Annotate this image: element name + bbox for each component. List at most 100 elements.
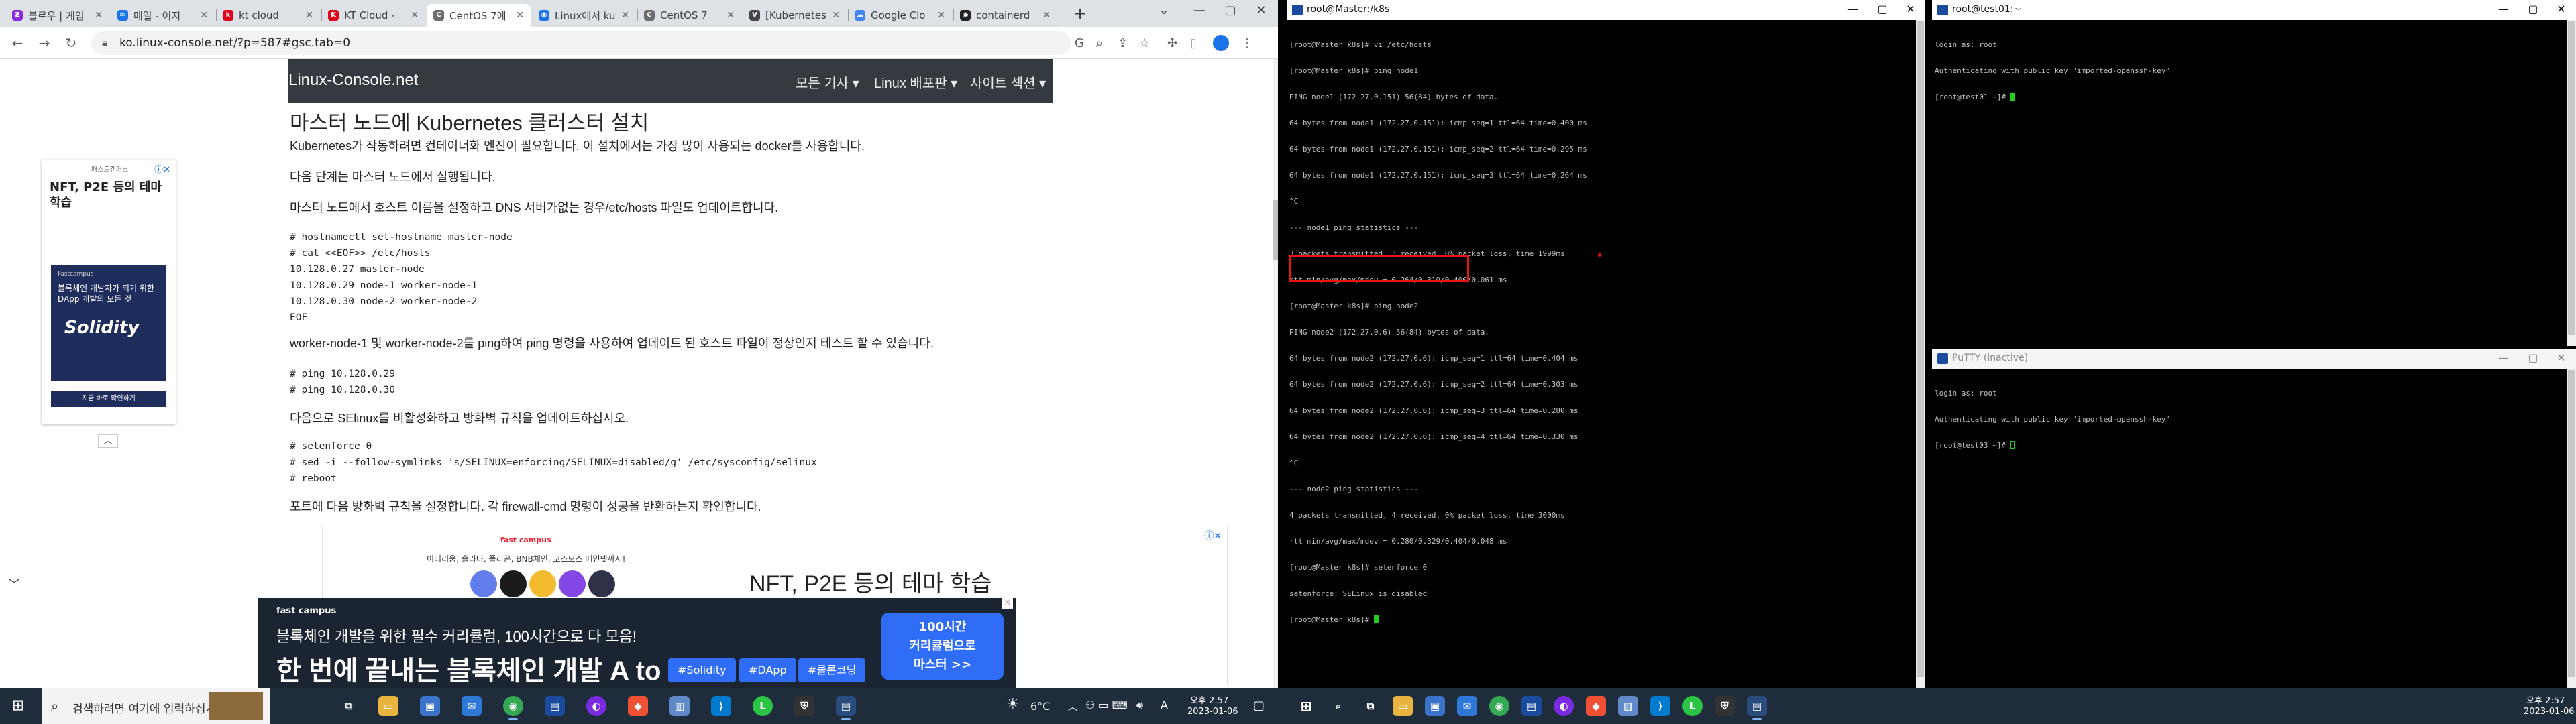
weather-icon[interactable]: ☀ xyxy=(1006,696,1020,713)
browser-tab[interactable]: C CentOS 7에 ✕ xyxy=(427,4,531,27)
browser-tab[interactable]: ✉ 메일 - 이지 ✕ xyxy=(111,4,215,27)
tab-close-icon[interactable]: ✕ xyxy=(305,10,313,21)
tab-close-icon[interactable]: ✕ xyxy=(200,10,208,21)
minimize-button[interactable]: — xyxy=(2490,351,2517,364)
close-button[interactable]: ✕ xyxy=(1246,0,1277,21)
menu-linux-distros[interactable]: Linux 배포판 ▾ xyxy=(874,72,957,92)
browser-tab[interactable]: Ƶ 블로우 | 게임 ✕ xyxy=(5,4,109,27)
terminal-output[interactable]: [root@Master k8s]# vi /etc/hosts [root@M… xyxy=(1289,23,1915,688)
tab-close-icon[interactable]: ✕ xyxy=(95,10,103,21)
bottom-ad-cta[interactable]: 100시간 커리큘럼으로 마스터 >> xyxy=(881,613,1004,680)
github-icon[interactable]: ◐ xyxy=(1554,696,1574,716)
profile-avatar[interactable] xyxy=(1213,35,1229,51)
terminal-test03-window[interactable]: PuTTY (inactive) — ▢ ✕ login as: root Au… xyxy=(1932,349,2576,688)
maximize-button[interactable]: ▢ xyxy=(2520,3,2546,15)
vscode-icon[interactable]: ⟩ xyxy=(1650,696,1670,716)
tab-close-icon[interactable]: ✕ xyxy=(832,10,840,21)
bottom-ad-tag[interactable]: #DApp xyxy=(739,658,796,682)
terminal-prompt-line[interactable]: [root@test03 ~]# xyxy=(1935,441,2565,450)
minimize-button[interactable]: — xyxy=(1184,0,1215,21)
menu-all-articles[interactable]: 모든 기사 ▾ xyxy=(796,72,859,92)
minimize-button[interactable]: — xyxy=(1839,3,1866,15)
putty-session-icon[interactable]: ▤ xyxy=(1747,696,1767,720)
notification-icon[interactable]: ▢ xyxy=(1253,699,1265,713)
browser-tab[interactable]: k kt cloud ✕ xyxy=(216,4,320,27)
side-advertisement[interactable]: 패스트캠퍼스 ⓘ✕ NFT, P2E 등의 테마 학습 Fastcampus 블… xyxy=(42,160,176,424)
tab-search-button[interactable]: ⌄ xyxy=(1148,0,1179,21)
terminal-titlebar[interactable]: root@test01:~ — ▢ ✕ xyxy=(1932,0,2576,20)
chevron-down-icon[interactable]: ﹀ xyxy=(8,575,20,593)
tab-close-icon[interactable]: ✕ xyxy=(516,10,524,21)
terminal-prompt-line[interactable]: [root@Master k8s]# xyxy=(1289,615,1915,624)
ad-close-icon[interactable]: ⓘ✕ xyxy=(154,162,170,175)
minimize-button[interactable]: — xyxy=(2490,3,2517,15)
git-icon[interactable]: ◆ xyxy=(628,696,648,716)
weather-temp[interactable]: 6°C xyxy=(1030,700,1050,713)
scrollbar-thumb[interactable] xyxy=(2568,370,2575,677)
browser-tab[interactable]: ◉ containerd ✕ xyxy=(953,4,1057,27)
github-icon[interactable]: ◐ xyxy=(586,696,606,716)
security-icon[interactable]: ⛨ xyxy=(794,696,814,716)
terminal-scrollbar[interactable] xyxy=(2567,369,2576,688)
terminal-test01-window[interactable]: root@test01:~ — ▢ ✕ login as: root Authe… xyxy=(1932,0,2576,346)
terminal-scrollbar[interactable] xyxy=(1916,20,1925,688)
site-brand[interactable]: Linux-Console.net xyxy=(288,71,418,90)
ad-cta-button[interactable]: 지금 바로 확인하기 xyxy=(51,391,166,407)
banner-ad-headline[interactable]: NFT, P2E 등의 테마 학습 xyxy=(749,565,992,598)
close-button[interactable]: ✕ xyxy=(1897,3,1924,15)
tab-close-icon[interactable]: ✕ xyxy=(937,10,945,21)
chrome-icon[interactable]: ◉ xyxy=(1489,696,1509,716)
mail-icon[interactable]: ✉ xyxy=(462,696,482,716)
line-messenger-icon[interactable]: L xyxy=(1682,696,1703,716)
putty-session-icon[interactable]: ▤ xyxy=(836,696,856,720)
new-tab-button[interactable]: + xyxy=(1073,4,1087,23)
file-explorer-icon[interactable]: ▭ xyxy=(1393,696,1413,716)
url-text[interactable]: ko.linux-console.net/?p=587#gsc.tab=0 xyxy=(119,36,350,50)
menu-site-sections[interactable]: 사이트 섹션 ▾ xyxy=(970,72,1046,92)
tray-chevron-icon[interactable]: ︿ xyxy=(1068,700,1077,713)
terminal-scrollbar[interactable] xyxy=(2567,20,2576,346)
bookmark-star-icon[interactable]: ☆ xyxy=(1139,36,1150,50)
scrollbar-thumb[interactable] xyxy=(2568,21,2575,335)
terminal-titlebar[interactable]: root@Master:/k8s — ▢ ✕ xyxy=(1287,0,1925,20)
close-button[interactable]: ✕ xyxy=(2548,351,2575,364)
terminal-master-window[interactable]: root@Master:/k8s — ▢ ✕ [root@Master k8s]… xyxy=(1287,0,1925,688)
putty-icon[interactable]: ▤ xyxy=(545,696,565,716)
bottom-anchor-ad[interactable]: fast campus 블록체인 개발을 위한 필수 커리큘럼, 100시간으로… xyxy=(258,598,1016,688)
bottom-ad-tag[interactable]: #클론코딩 xyxy=(798,658,866,682)
volume-icon[interactable]: 🔊︎ xyxy=(1136,699,1143,712)
ad-image[interactable]: Fastcampus 블록체인 개발자가 되기 위한 DApp 개발의 모든 것… xyxy=(51,265,166,381)
maximize-button[interactable]: ▢ xyxy=(1215,0,1246,21)
page-scrollbar[interactable] xyxy=(1273,59,1278,688)
ad-title[interactable]: NFT, P2E 등의 테마 학습 xyxy=(50,180,164,210)
clock-time[interactable]: 오후 2:57 xyxy=(2526,693,2565,706)
tray-app-icons[interactable]: ⚇ ▭ ⌨ xyxy=(1085,699,1128,711)
file-explorer-icon[interactable]: ▭ xyxy=(378,696,398,716)
tab-close-icon[interactable]: ✕ xyxy=(621,10,629,21)
ime-indicator[interactable]: A xyxy=(1161,699,1168,711)
tab-close-icon[interactable]: ✕ xyxy=(727,10,735,21)
clock-date[interactable]: 2023-01-06 xyxy=(2524,707,2575,717)
line-messenger-icon[interactable]: L xyxy=(753,696,773,716)
windows-start-icon[interactable]: ⊞ xyxy=(8,696,28,716)
terminal-titlebar[interactable]: PuTTY (inactive) — ▢ ✕ xyxy=(1932,349,2576,369)
browser-tab[interactable]: K KT Cloud - ✕ xyxy=(321,4,425,27)
bottom-ad-tag[interactable]: #Solidity xyxy=(668,658,736,682)
task-view-icon[interactable]: ⧉ xyxy=(339,696,359,716)
maximize-button[interactable]: ▢ xyxy=(1869,3,1896,15)
windows-start-icon[interactable]: ⊞ xyxy=(1296,696,1316,716)
vscode-icon[interactable]: ⟩ xyxy=(711,696,731,716)
scrollbar-thumb[interactable] xyxy=(1273,200,1278,260)
google-lens-icon[interactable]: G xyxy=(1075,36,1084,50)
tab-close-icon[interactable]: ✕ xyxy=(1042,10,1051,21)
terminal-prompt-line[interactable]: [root@test01 ~]# xyxy=(1935,93,2565,101)
share-icon[interactable]: ⇪ xyxy=(1118,36,1128,50)
zoom-icon[interactable]: ⌕ xyxy=(1096,36,1103,50)
browser-tab[interactable]: ☁ Google Clo ✕ xyxy=(848,4,952,27)
git-icon[interactable]: ◆ xyxy=(1586,696,1606,716)
address-bar[interactable]: 🔒︎ ko.linux-console.net/?p=587#gsc.tab=0 xyxy=(91,31,1071,55)
chrome-icon[interactable]: ◉ xyxy=(503,696,523,720)
store-icon[interactable]: ▣ xyxy=(420,696,440,716)
more-menu-icon[interactable]: ⋮ xyxy=(1241,36,1253,50)
taskbar-search[interactable]: ⌕ 검색하려면 여기에 입력하십시오 xyxy=(42,688,270,724)
